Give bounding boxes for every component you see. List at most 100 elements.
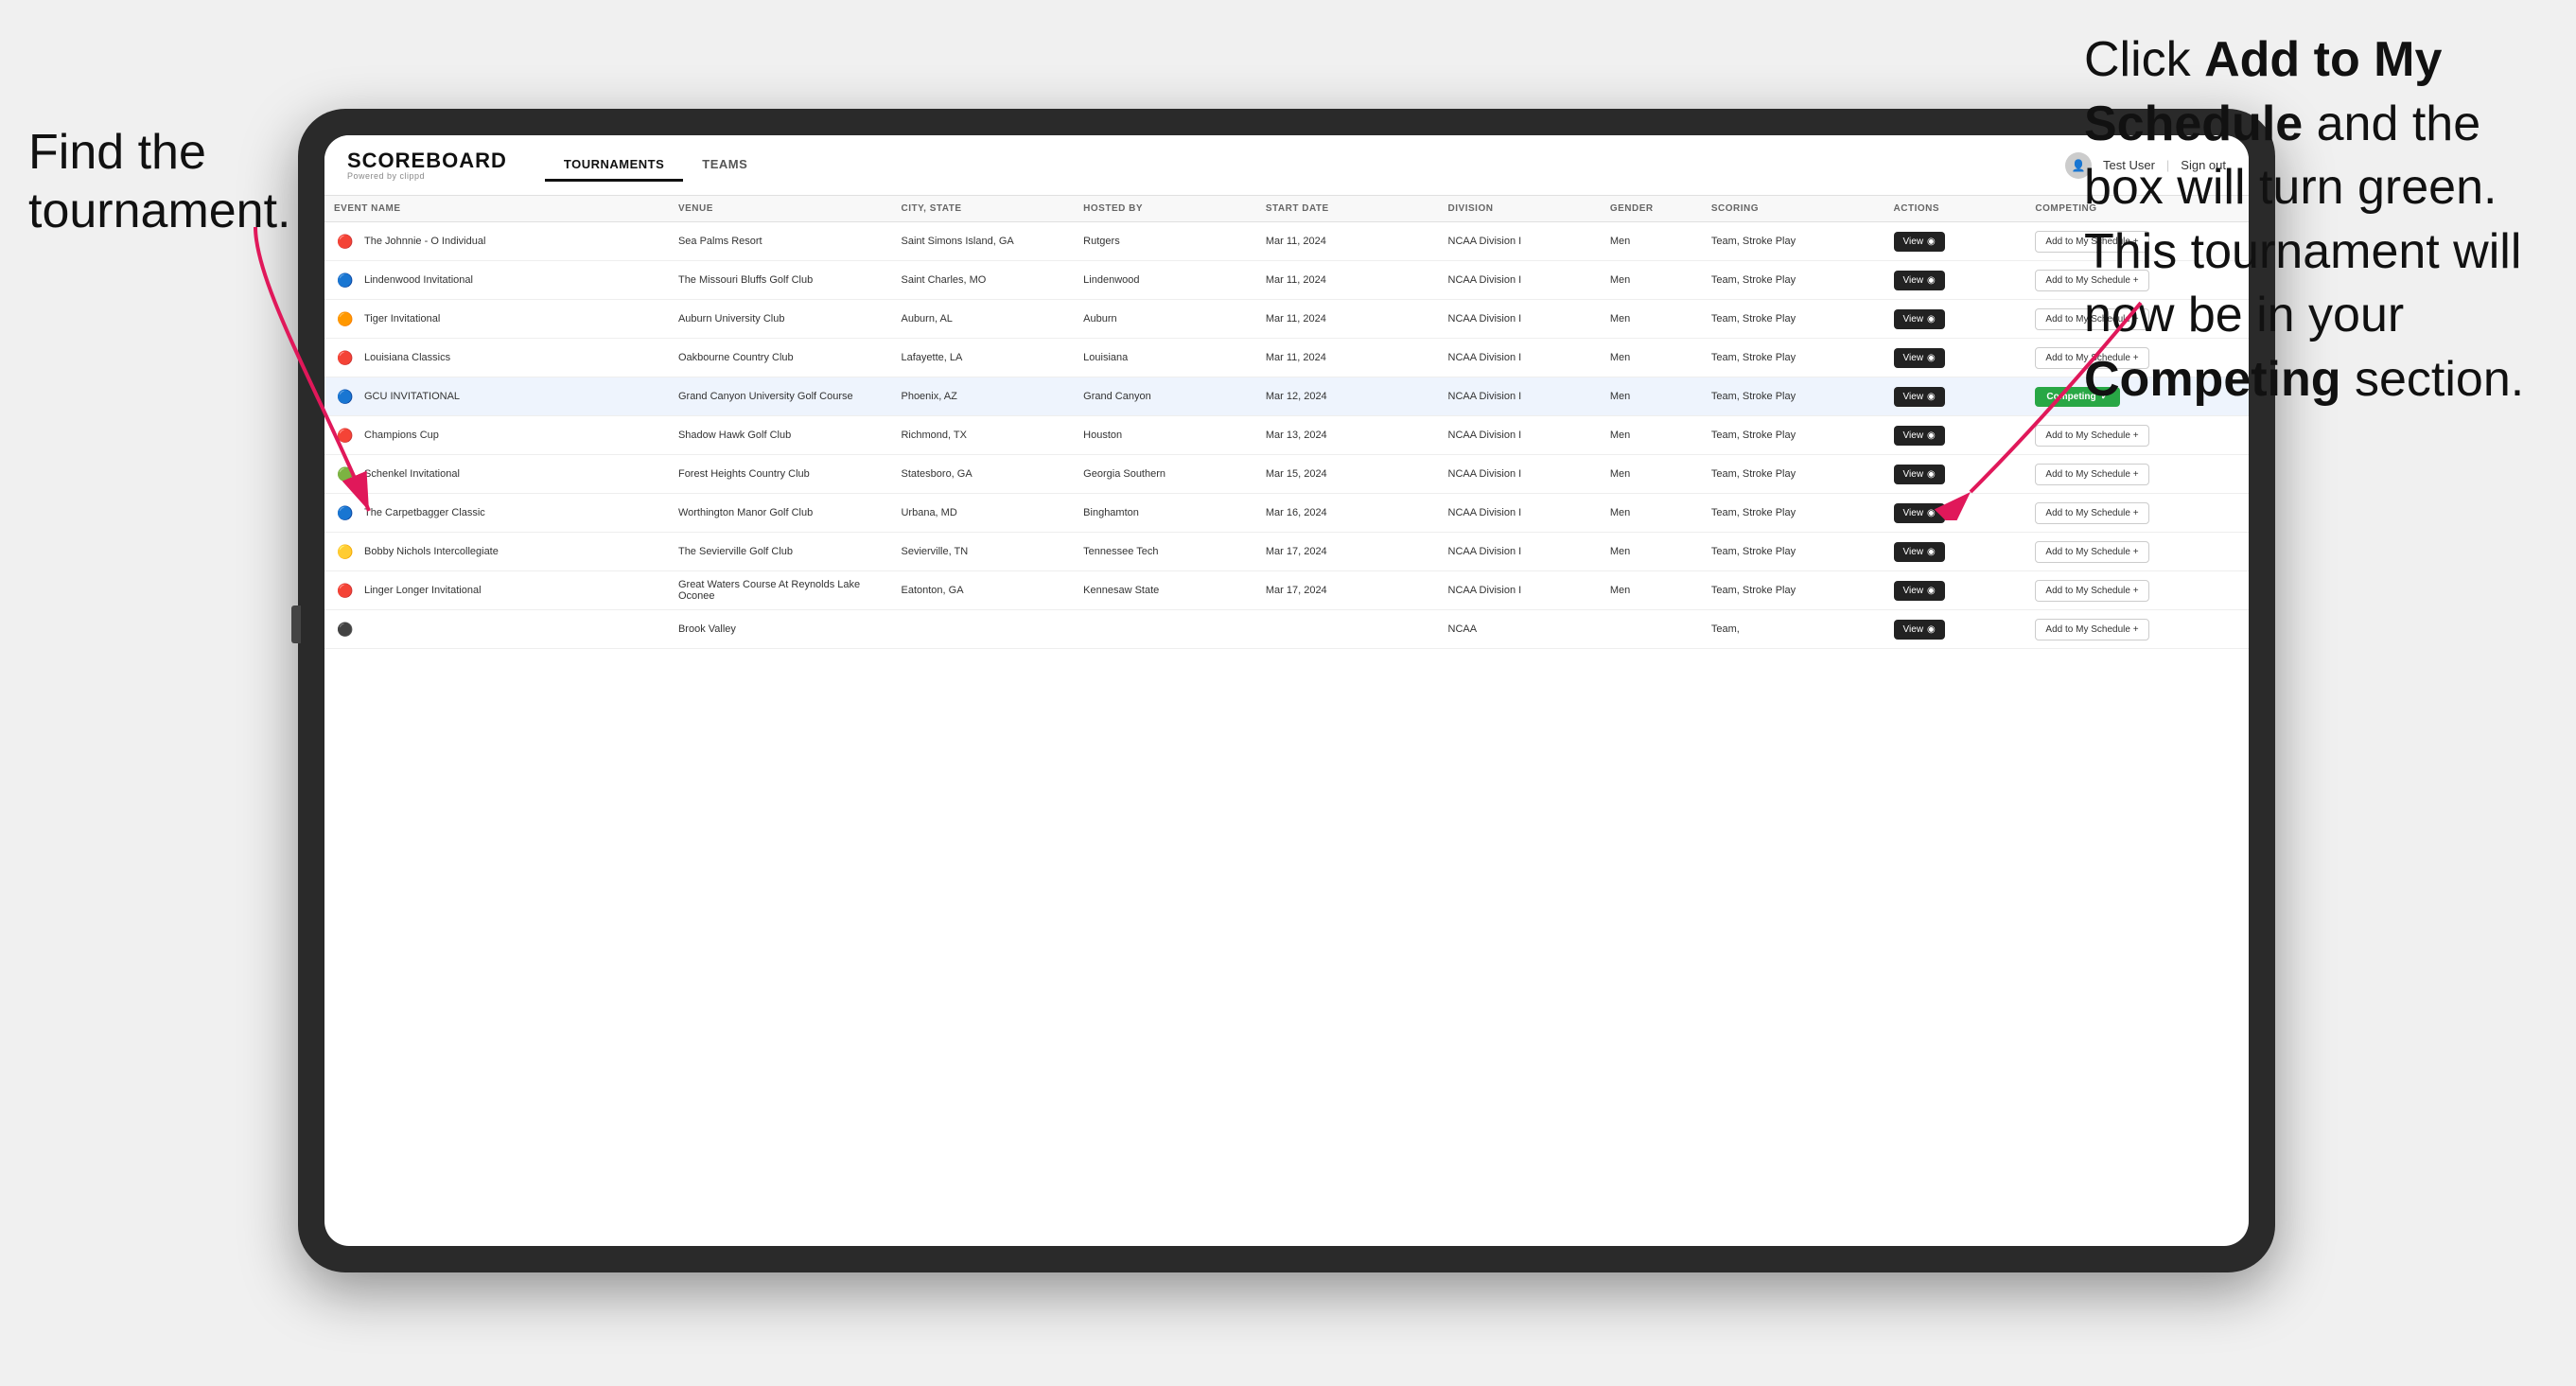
event-name-cell: 🔴 Champions Cup	[334, 424, 659, 447]
team-logo: 🟢	[334, 463, 357, 485]
venue-cell: Oakbourne Country Club	[669, 339, 892, 377]
event-name-text: GCU INVITATIONAL	[364, 391, 460, 402]
scoring-cell: Team, Stroke Play	[1702, 222, 1884, 261]
event-name-cell: 🟢 Schenkel Invitational	[334, 463, 659, 485]
add-to-schedule-button[interactable]: Add to My Schedule +	[2035, 425, 2148, 447]
hosted-cell: Lindenwood	[1074, 261, 1256, 300]
view-button[interactable]: View ◉	[1894, 232, 1945, 252]
scoring-cell: Team, Stroke Play	[1702, 300, 1884, 339]
team-logo: 🟡	[334, 540, 357, 563]
view-button[interactable]: View ◉	[1894, 620, 1945, 640]
add-to-schedule-button[interactable]: Add to My Schedule +	[2035, 464, 2148, 485]
view-button[interactable]: View ◉	[1894, 426, 1945, 446]
view-button[interactable]: View ◉	[1894, 503, 1945, 523]
event-name-text: Linger Longer Invitational	[364, 585, 482, 596]
city-cell: Sevierville, TN	[891, 533, 1074, 571]
col-city-state: CITY, STATE	[891, 196, 1074, 222]
table-row: 🔵 GCU INVITATIONAL Grand Canyon Universi…	[324, 377, 2249, 416]
table-row: 🔴 The Johnnie - O Individual Sea Palms R…	[324, 222, 2249, 261]
event-name-cell: 🔵 Lindenwood Invitational	[334, 269, 659, 291]
date-cell: Mar 16, 2024	[1256, 494, 1439, 533]
add-to-schedule-button[interactable]: Add to My Schedule +	[2035, 580, 2148, 602]
col-venue: VENUE	[669, 196, 892, 222]
event-name-cell: 🔴 Linger Longer Invitational	[334, 579, 659, 602]
add-to-schedule-button[interactable]: Add to My Schedule +	[2035, 502, 2148, 524]
table-row: 🔴 Linger Longer Invitational Great Water…	[324, 571, 2249, 610]
scoring-cell: Team, Stroke Play	[1702, 261, 1884, 300]
team-logo: ⚫	[334, 618, 357, 640]
city-cell: Statesboro, GA	[891, 455, 1074, 494]
venue-cell: Great Waters Course At Reynolds Lake Oco…	[669, 571, 892, 610]
gender-cell: Men	[1601, 300, 1702, 339]
gender-cell: Men	[1601, 339, 1702, 377]
left-instruction: Find the tournament.	[28, 123, 293, 241]
actions-cell: View ◉	[1884, 455, 2026, 494]
right-bold-competing: Competing	[2084, 352, 2341, 407]
eye-icon: ◉	[1927, 392, 1936, 402]
table-row: 🔵 Lindenwood Invitational The Missouri B…	[324, 261, 2249, 300]
venue-cell: Sea Palms Resort	[669, 222, 892, 261]
venue-cell: Forest Heights Country Club	[669, 455, 892, 494]
hosted-cell: Houston	[1074, 416, 1256, 455]
view-button[interactable]: View ◉	[1894, 271, 1945, 290]
competing-cell: Add to My Schedule +	[2025, 455, 2249, 494]
eye-icon: ◉	[1927, 469, 1936, 480]
eye-icon: ◉	[1927, 353, 1936, 363]
eye-icon: ◉	[1927, 314, 1936, 325]
actions-cell: View ◉	[1884, 571, 2026, 610]
tab-tournaments[interactable]: TOURNAMENTS	[545, 149, 683, 182]
city-cell: Urbana, MD	[891, 494, 1074, 533]
actions-cell: View ◉	[1884, 222, 2026, 261]
gender-cell: Men	[1601, 261, 1702, 300]
tab-teams[interactable]: TEAMS	[683, 149, 766, 182]
actions-cell: View ◉	[1884, 377, 2026, 416]
division-cell: NCAA Division I	[1439, 339, 1601, 377]
date-cell: Mar 13, 2024	[1256, 416, 1439, 455]
venue-cell: Auburn University Club	[669, 300, 892, 339]
view-button[interactable]: View ◉	[1894, 387, 1945, 407]
competing-cell: Add to My Schedule +	[2025, 416, 2249, 455]
table-row: 🔴 Champions Cup Shadow Hawk Golf ClubRic…	[324, 416, 2249, 455]
actions-cell: View ◉	[1884, 610, 2026, 649]
city-cell: Eatonton, GA	[891, 571, 1074, 610]
view-button[interactable]: View ◉	[1894, 348, 1945, 368]
event-name-text: Lindenwood Invitational	[364, 274, 473, 286]
event-name-cell: 🟠 Tiger Invitational	[334, 307, 659, 330]
gender-cell: Men	[1601, 222, 1702, 261]
scoring-cell: Team, Stroke Play	[1702, 571, 1884, 610]
view-button[interactable]: View ◉	[1894, 581, 1945, 601]
hosted-cell: Binghamton	[1074, 494, 1256, 533]
view-button[interactable]: View ◉	[1894, 542, 1945, 562]
venue-cell: Shadow Hawk Golf Club	[669, 416, 892, 455]
logo-subtitle: Powered by clippd	[347, 171, 507, 181]
division-cell: NCAA Division I	[1439, 455, 1601, 494]
eye-icon: ◉	[1927, 237, 1936, 247]
view-button[interactable]: View ◉	[1894, 465, 1945, 484]
division-cell: NCAA Division I	[1439, 416, 1601, 455]
gender-cell: Men	[1601, 571, 1702, 610]
division-cell: NCAA Division I	[1439, 571, 1601, 610]
team-logo: 🔴	[334, 346, 357, 369]
col-scoring: SCORING	[1702, 196, 1884, 222]
top-bar: SCOREBOARD Powered by clippd TOURNAMENTS…	[324, 135, 2249, 196]
actions-cell: View ◉	[1884, 416, 2026, 455]
hosted-cell: Rutgers	[1074, 222, 1256, 261]
date-cell: Mar 11, 2024	[1256, 339, 1439, 377]
view-button[interactable]: View ◉	[1894, 309, 1945, 329]
table-row: 🟢 Schenkel Invitational Forest Heights C…	[324, 455, 2249, 494]
event-name-cell: ⚫	[334, 618, 659, 640]
event-name-cell: 🔴 Louisiana Classics	[334, 346, 659, 369]
date-cell	[1256, 610, 1439, 649]
logo-title: SCOREBOARD	[347, 150, 507, 171]
event-name-cell: 🔵 GCU INVITATIONAL	[334, 385, 659, 408]
scoring-cell: Team, Stroke Play	[1702, 494, 1884, 533]
division-cell: NCAA Division I	[1439, 300, 1601, 339]
eye-icon: ◉	[1927, 547, 1936, 557]
hosted-cell	[1074, 610, 1256, 649]
add-to-schedule-button[interactable]: Add to My Schedule +	[2035, 541, 2148, 563]
gender-cell: Men	[1601, 377, 1702, 416]
scoring-cell: Team, Stroke Play	[1702, 339, 1884, 377]
add-to-schedule-button[interactable]: Add to My Schedule +	[2035, 619, 2148, 640]
eye-icon: ◉	[1927, 430, 1936, 441]
venue-cell: The Missouri Bluffs Golf Club	[669, 261, 892, 300]
